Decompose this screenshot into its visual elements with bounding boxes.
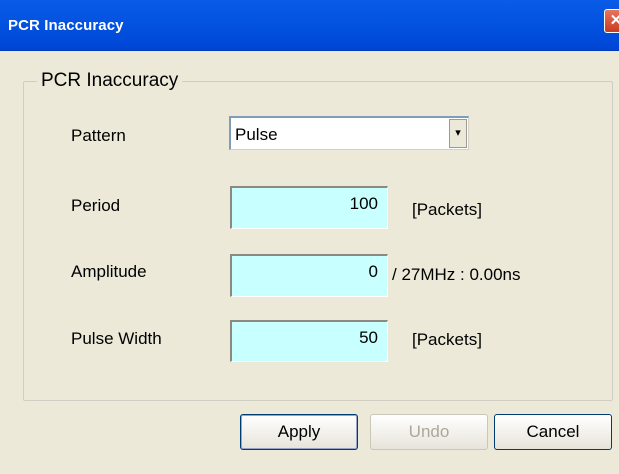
amplitude-unit: / 27MHz : 0.00ns [392, 265, 521, 284]
cancel-button[interactable]: Cancel [494, 414, 612, 450]
period-label: Period [71, 196, 121, 215]
group-legend: PCR Inaccuracy [37, 70, 183, 92]
close-button[interactable]: ✕ [604, 9, 619, 33]
undo-button: Undo [370, 414, 488, 450]
period-input[interactable]: 100 [230, 186, 388, 229]
window-title: PCR Inaccuracy [8, 17, 124, 34]
amplitude-label: Amplitude [71, 262, 147, 281]
pulse-width-unit: [Packets] [412, 330, 482, 349]
pattern-selected-value: Pulse [235, 125, 278, 144]
dropdown-arrow-icon[interactable]: ▾ [449, 119, 467, 148]
pattern-label: Pattern [71, 126, 126, 145]
pattern-select[interactable]: Pulse ▾ [229, 116, 469, 150]
title-bar: PCR Inaccuracy [0, 0, 619, 51]
pulse-width-label: Pulse Width [71, 329, 162, 348]
close-icon: ✕ [609, 12, 619, 29]
pulse-width-input[interactable]: 50 [230, 320, 388, 362]
period-unit: [Packets] [412, 200, 482, 219]
amplitude-input[interactable]: 0 [230, 254, 388, 297]
apply-button[interactable]: Apply [240, 414, 358, 450]
